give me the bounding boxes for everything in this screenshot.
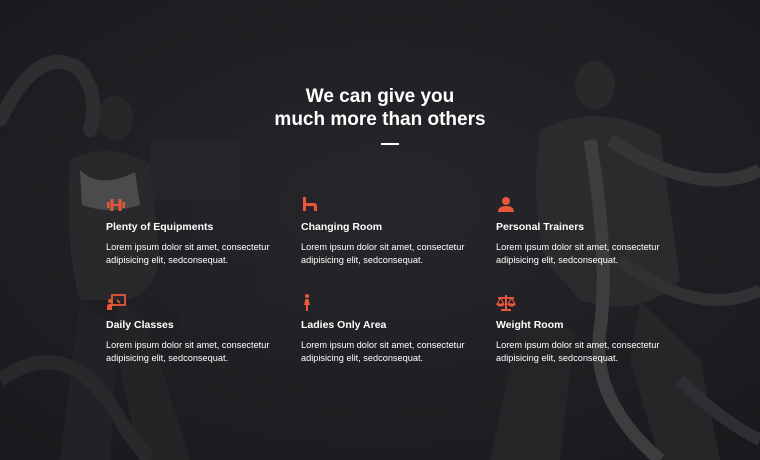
feature-title: Daily Classes: [106, 319, 174, 331]
feature-title: Changing Room: [301, 221, 383, 233]
features-section: We can give you much more than others Pl…: [0, 0, 760, 460]
feature-title: Personal Trainers: [496, 221, 585, 233]
feature-title: Weight Room: [496, 319, 564, 331]
woman-icon: [301, 293, 321, 313]
changing-room-icon: [301, 195, 321, 215]
presentation-board-icon: [106, 293, 126, 313]
user-icon: [496, 195, 516, 215]
heading-line-1: We can give you: [305, 86, 455, 107]
feature-description: Lorem ipsum dolor sit amet, consectetur …: [301, 242, 465, 265]
feature-description: Lorem ipsum dolor sit amet, consectetur …: [496, 340, 660, 363]
scale-balance-icon: [496, 293, 516, 313]
section-heading: We can give you much more than others: [0, 85, 760, 131]
heading-divider: [381, 143, 399, 145]
feature-description: Lorem ipsum dolor sit amet, consectetur …: [106, 340, 270, 363]
feature-description: Lorem ipsum dolor sit amet, consectetur …: [496, 242, 660, 265]
feature-title: Plenty of Equipments: [106, 221, 214, 233]
dumbbell-icon: [106, 195, 126, 215]
feature-description: Lorem ipsum dolor sit amet, consectetur …: [106, 242, 270, 265]
feature-description: Lorem ipsum dolor sit amet, consectetur …: [301, 340, 465, 363]
feature-title: Ladies Only Area: [301, 319, 387, 331]
heading-line-2: much more than others: [274, 109, 486, 130]
